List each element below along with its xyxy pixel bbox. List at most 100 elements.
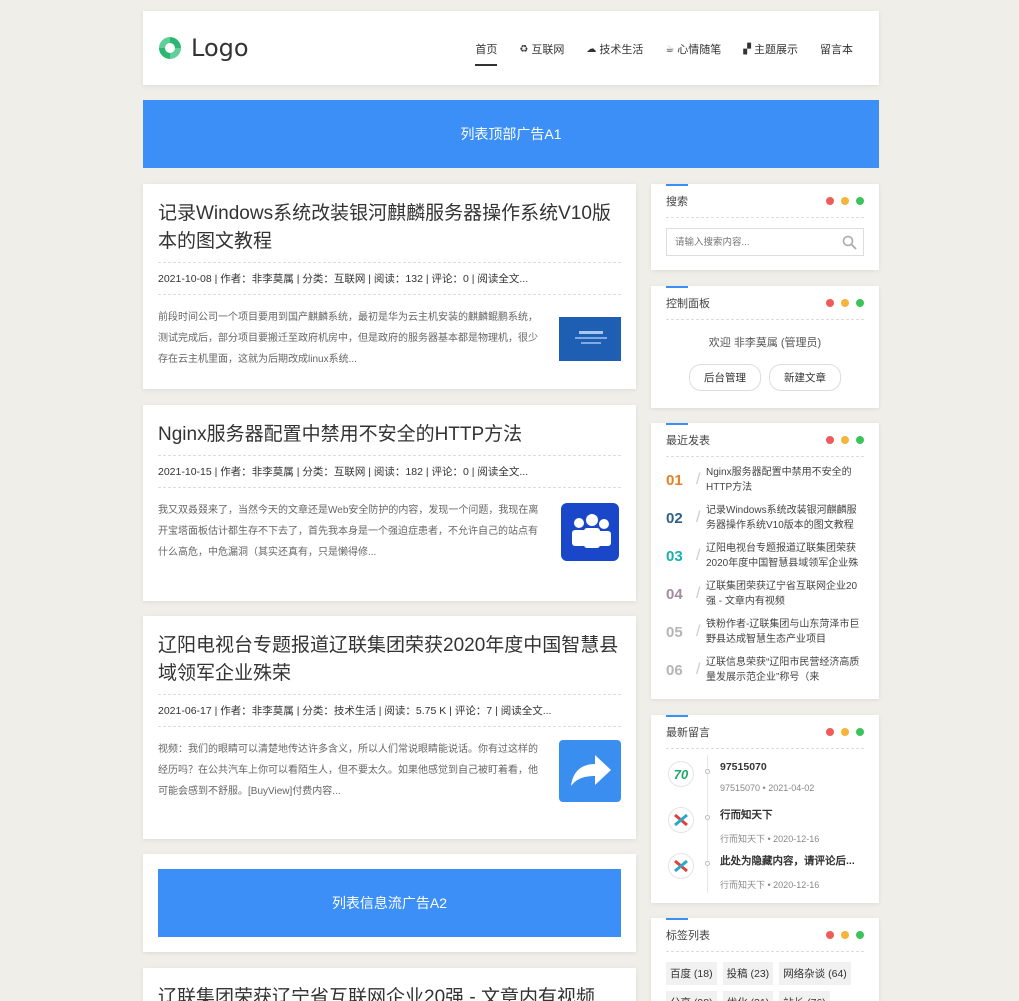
tag-item[interactable]: 优化 (31): [722, 991, 774, 1001]
recent-title: 铁粉作者-辽联集团与山东菏泽市巨野县达成智慧生态产业项目: [706, 619, 860, 645]
list-item[interactable]: 03 / 辽阳电视台专题报道辽联集团荣获2020年度中国智慧县域领军企业殊荣: [666, 537, 864, 575]
feed-ad-banner[interactable]: 列表信息流广告A2: [158, 869, 621, 937]
users-icon: [561, 502, 619, 561]
search-widget: 搜索: [651, 184, 879, 270]
widget-title: 最近发表: [666, 434, 710, 447]
comment-meta: 行而知天下 • 2020-12-16: [720, 834, 820, 844]
nav-tech-life[interactable]: ☁ 技术生活: [586, 41, 643, 57]
search-icon[interactable]: [842, 235, 857, 250]
yellow-dot: [841, 299, 849, 307]
nav-home[interactable]: 首页: [475, 41, 498, 66]
slash-divider: /: [696, 623, 701, 640]
nav-tech-life-label: 技术生活: [599, 44, 644, 56]
red-dot: [826, 436, 834, 444]
yellow-dot: [841, 436, 849, 444]
kylin-screenshot-thumbnail: [559, 316, 621, 361]
slash-divider: /: [696, 585, 701, 602]
nav-guestbook[interactable]: 留言本: [820, 41, 853, 57]
logo-text: Logo: [191, 34, 249, 62]
list-item[interactable]: 04 / 辽联集团荣获辽宁省互联网企业20强 - 文章内有视频: [666, 575, 864, 613]
post-thumbnail[interactable]: [559, 308, 621, 370]
recent-title: 辽联信息荣获“辽阳市民营经济高质量发展示范企业”称号（来: [706, 657, 860, 683]
yellow-dot: [841, 931, 849, 939]
green-dot: [856, 728, 864, 736]
slash-divider: /: [696, 661, 701, 678]
red-dot: [826, 299, 834, 307]
rank-number: 05: [666, 623, 683, 641]
post-title[interactable]: Nginx服务器配置中禁用不安全的HTTP方法: [158, 405, 621, 449]
nav-themes-label: 主题展示: [754, 44, 798, 56]
nav-guestbook-label: 留言本: [820, 44, 853, 56]
site-logo[interactable]: Logo: [157, 34, 249, 62]
comment-text: 97515070: [720, 761, 767, 773]
comment-item[interactable]: 此处为隐藏内容，请评论后... 行而知天下 • 2020-12-16: [666, 847, 864, 893]
post-thumbnail[interactable]: [559, 501, 621, 563]
slash-divider: /: [696, 471, 701, 488]
comment-meta: 97515070 • 2021-04-02: [720, 783, 815, 793]
tag-item[interactable]: 投稿 (23): [722, 962, 774, 985]
yellow-dot: [841, 197, 849, 205]
tag-item[interactable]: 百度 (18): [666, 962, 717, 985]
window-dots: [826, 299, 864, 307]
list-item[interactable]: 01 / Nginx服务器配置中禁用不安全的HTTP方法: [666, 461, 864, 499]
top-ad-label: 列表顶部广告A1: [460, 126, 562, 142]
nav-home-label: 首页: [475, 44, 498, 56]
recent-list: 01 / Nginx服务器配置中禁用不安全的HTTP方法 02 / 记录Windows系…: [666, 457, 864, 689]
widget-title: 标签列表: [666, 929, 710, 942]
cloud-icon: ☁: [586, 43, 597, 55]
tag-cloud: 百度 (18) 投稿 (23) 网络杂谈 (64) 分享 (98) 优化 (31…: [666, 962, 864, 1001]
feed-ad-label: 列表信息流广告A2: [331, 895, 448, 911]
control-panel-widget: 控制面板 欢迎 非李莫属 (管理员) 后台管理 新建文章: [651, 286, 879, 408]
green-dot: [856, 931, 864, 939]
green-dot: [856, 436, 864, 444]
avatar: 70: [668, 761, 694, 787]
comment-item[interactable]: 行而知天下 行而知天下 • 2020-12-16: [666, 801, 864, 847]
tag-item[interactable]: 网络杂谈 (64): [779, 962, 851, 985]
welcome-text: 欢迎 非李莫属 (管理员): [708, 337, 822, 349]
post-excerpt: 前段时间公司一个项目要用到国产麒麟系统，最初是华为云主机安装的麒麟鲲鹏系统，测试…: [158, 312, 538, 365]
nav-mood[interactable]: ☕ 心情随笔: [665, 41, 721, 57]
comment-item[interactable]: 70 97515070 97515070 • 2021-04-02: [666, 755, 864, 801]
red-dot: [826, 197, 834, 205]
grid-icon: ▞: [743, 43, 751, 55]
post-title[interactable]: 记录Windows系统改装银河麒麟服务器操作系统V10版本的图文教程: [158, 184, 621, 256]
comment-text: 行而知天下: [720, 809, 773, 821]
top-ad-banner[interactable]: 列表顶部广告A1: [143, 100, 879, 168]
admin-button[interactable]: 后台管理: [689, 364, 761, 391]
post-card: 辽阳电视台专题报道辽联集团荣获2020年度中国智慧县域领军企业殊荣 2021-0…: [143, 616, 636, 839]
timeline-dot: [705, 769, 710, 774]
tag-item[interactable]: 分享 (98): [666, 991, 717, 1001]
slash-divider: /: [696, 509, 701, 526]
widget-title: 搜索: [666, 195, 688, 208]
rank-number: 02: [666, 509, 683, 527]
recent-title: Nginx服务器配置中禁用不安全的HTTP方法: [706, 467, 852, 493]
post-title[interactable]: 辽阳电视台专题报道辽联集团荣获2020年度中国智慧县域领军企业殊荣: [158, 616, 621, 688]
nav-themes[interactable]: ▞ 主题展示: [743, 41, 798, 57]
list-item[interactable]: 06 / 辽联信息荣获“辽阳市民营经济高质量发展示范企业”称号（来: [666, 651, 864, 689]
avatar-70-icon: 70: [673, 766, 689, 782]
widget-title: 最新留言: [666, 726, 710, 739]
comment-author: 行而知天下: [720, 880, 766, 890]
new-post-button[interactable]: 新建文章: [769, 364, 841, 391]
timeline-dot: [705, 815, 710, 820]
recent-title: 辽阳电视台专题报道辽联集团荣获2020年度中国智慧县域领军企业殊荣: [706, 543, 859, 569]
post-meta: 2021-10-15 | 作者：非李莫属 | 分类：互联网 | 阅读：182 |…: [158, 455, 621, 488]
list-item[interactable]: 05 / 铁粉作者-辽联集团与山东菏泽市巨野县达成智慧生态产业项目: [666, 613, 864, 651]
slash-divider: /: [696, 547, 701, 564]
tag-item[interactable]: 站长 (76): [779, 991, 830, 1001]
recycle-icon: ♻: [519, 43, 529, 55]
post-card: 记录Windows系统改装银河麒麟服务器操作系统V10版本的图文教程 2021-…: [143, 184, 636, 389]
list-item[interactable]: 02 / 记录Windows系统改装银河麒麟服务器操作系统V10版本的图文教程: [666, 499, 864, 537]
comment-date: 2021-04-02: [768, 783, 815, 793]
comment-text: 此处为隐藏内容，请评论后...: [720, 855, 855, 867]
post-meta: 2021-06-17 | 作者：非李莫属 | 分类：技术生活 | 阅读：5.75…: [158, 694, 621, 727]
nav-internet[interactable]: ♻ 互联网: [519, 41, 564, 57]
coffee-icon: ☕: [665, 43, 675, 55]
post-excerpt: 我又双叒叕来了，当然今天的文章还是Web安全防护的内容，发现一个问题，我现在离开…: [158, 505, 539, 558]
search-input[interactable]: [667, 229, 863, 255]
post-thumbnail[interactable]: [559, 739, 621, 802]
latest-comments-widget: 最新留言 70 97515070 97515070 • 2021-04-02 行…: [651, 715, 879, 903]
post-title[interactable]: 辽联集团荣获辽宁省互联网企业20强 - 文章内有视频: [158, 968, 621, 1001]
recent-posts-widget: 最近发表 01 / Nginx服务器配置中禁用不安全的HTTP方法 02 / 记录Win…: [651, 423, 879, 699]
rank-number: 06: [666, 661, 683, 679]
